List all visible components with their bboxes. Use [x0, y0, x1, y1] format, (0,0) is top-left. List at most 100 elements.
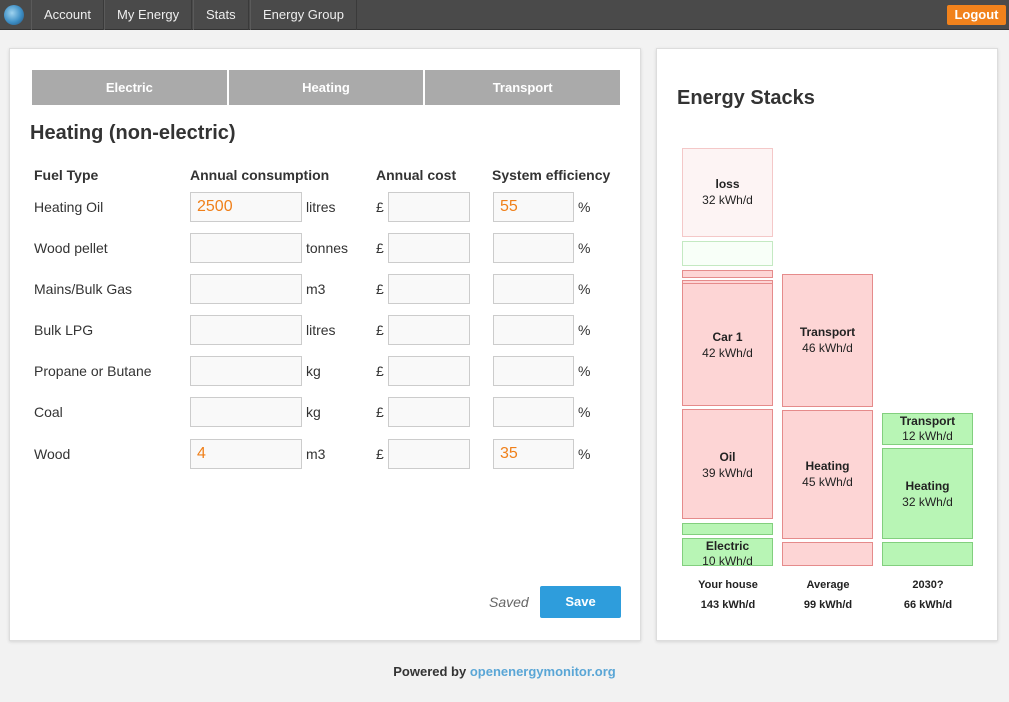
unit-label: tonnes: [306, 240, 349, 256]
stack-block-average-electric: [782, 542, 873, 566]
cost-input[interactable]: [388, 315, 470, 345]
fuel-row: Mains/Bulk Gas m3 £ %: [10, 273, 642, 305]
stack-block-spacer: [682, 241, 773, 266]
logo-icon[interactable]: [4, 5, 24, 25]
header-system-efficiency: System efficiency: [492, 167, 611, 183]
unit-label: m3: [306, 281, 326, 297]
fuel-row: Heating Oil 2500 litres £ 55 %: [10, 191, 642, 223]
tab-heating[interactable]: Heating: [228, 70, 426, 105]
cost-input[interactable]: [388, 439, 470, 469]
tab-electric[interactable]: Electric: [32, 70, 229, 105]
currency-label: £: [376, 404, 384, 420]
block-value: 32 kWh/d: [702, 193, 753, 207]
percent-label: %: [578, 363, 591, 379]
block-name: Transport: [799, 325, 856, 339]
nav-my-energy[interactable]: My Energy: [104, 0, 193, 30]
percent-label: %: [578, 446, 591, 462]
tab-bar: Electric Heating Transport: [32, 70, 621, 105]
heating-panel: Electric Heating Transport Heating (non-…: [9, 48, 641, 641]
logout-button[interactable]: Logout: [947, 5, 1006, 25]
unit-label: kg: [306, 363, 321, 379]
fuel-row: Propane or Butane kg £ %: [10, 355, 642, 387]
efficiency-input[interactable]: [493, 397, 574, 427]
fuel-row: Wood pellet tonnes £ %: [10, 232, 642, 264]
fuel-label: Bulk LPG: [34, 322, 94, 338]
currency-label: £: [376, 281, 384, 297]
stack-block-2030-transport: Transport 12 kWh/d: [882, 413, 973, 445]
footer-link[interactable]: openenergymonitor.org: [470, 664, 616, 679]
page-title: Heating (non-electric): [30, 122, 236, 144]
currency-label: £: [376, 446, 384, 462]
nav-stats[interactable]: Stats: [193, 0, 249, 30]
fuel-label: Propane or Butane: [34, 363, 152, 379]
saved-status: Saved: [489, 594, 529, 610]
efficiency-input[interactable]: [493, 356, 574, 386]
currency-label: £: [376, 363, 384, 379]
fuel-row: Bulk LPG litres £ %: [10, 314, 642, 346]
tab-transport[interactable]: Transport: [425, 70, 621, 105]
cost-input[interactable]: [388, 274, 470, 304]
block-value: 12 kWh/d: [902, 429, 953, 443]
fuel-label: Mains/Bulk Gas: [34, 281, 133, 297]
stack-block-average-heating: Heating 45 kWh/d: [782, 410, 873, 539]
efficiency-input[interactable]: 35: [493, 439, 574, 469]
block-name: Transport: [899, 414, 956, 428]
stack-block-thin: [682, 523, 773, 535]
stack-block-average-transport: Transport 46 kWh/d: [782, 274, 873, 407]
cost-input[interactable]: [388, 233, 470, 263]
block-name: Car 1: [712, 330, 743, 344]
cost-input[interactable]: [388, 397, 470, 427]
currency-label: £: [376, 240, 384, 256]
header-annual-consumption: Annual consumption: [190, 167, 330, 183]
block-value: 42 kWh/d: [702, 346, 753, 360]
stack-block-loss: loss 32 kWh/d: [682, 148, 773, 237]
header-fuel-type: Fuel Type: [34, 167, 99, 183]
percent-label: %: [578, 199, 591, 215]
column-total-your-house: 143 kWh/d: [700, 599, 756, 611]
cost-input[interactable]: [388, 192, 470, 222]
save-button[interactable]: Save: [540, 586, 621, 618]
currency-label: £: [376, 199, 384, 215]
block-name: Electric: [705, 539, 750, 553]
consumption-input[interactable]: [190, 397, 302, 427]
stack-block-oil: Oil 39 kWh/d: [682, 409, 773, 519]
column-label-your-house: Your house: [698, 579, 758, 591]
currency-label: £: [376, 322, 384, 338]
cost-input[interactable]: [388, 356, 470, 386]
block-value: 45 kWh/d: [802, 475, 853, 489]
percent-label: %: [578, 281, 591, 297]
consumption-input[interactable]: [190, 233, 302, 263]
unit-label: litres: [306, 322, 336, 338]
percent-label: %: [578, 404, 591, 420]
block-name: Heating: [805, 459, 850, 473]
consumption-input[interactable]: 2500: [190, 192, 302, 222]
stack-block-car1: Car 1 42 kWh/d: [682, 283, 773, 406]
block-name: loss: [715, 177, 740, 191]
efficiency-input[interactable]: [493, 274, 574, 304]
nav-energy-group[interactable]: Energy Group: [250, 0, 357, 30]
efficiency-input[interactable]: 55: [493, 192, 574, 222]
efficiency-input[interactable]: [493, 315, 574, 345]
consumption-input[interactable]: [190, 315, 302, 345]
fuel-label: Wood: [34, 446, 71, 462]
column-total-2030: 66 kWh/d: [903, 599, 953, 611]
stack-block-2030-heating: Heating 32 kWh/d: [882, 448, 973, 539]
unit-label: litres: [306, 199, 336, 215]
fuel-label: Coal: [34, 404, 63, 420]
nav-account[interactable]: Account: [31, 0, 104, 30]
percent-label: %: [578, 240, 591, 256]
stacks-title: Energy Stacks: [677, 87, 815, 109]
percent-label: %: [578, 322, 591, 338]
block-value: 46 kWh/d: [802, 341, 853, 355]
consumption-input[interactable]: 4: [190, 439, 302, 469]
block-value: 39 kWh/d: [702, 466, 753, 480]
consumption-input[interactable]: [190, 274, 302, 304]
block-value: 32 kWh/d: [902, 495, 953, 509]
unit-label: m3: [306, 446, 326, 462]
fuel-label: Wood pellet: [34, 240, 108, 256]
column-label-average: Average: [806, 579, 850, 591]
block-value: 10 kWh/d: [702, 554, 753, 568]
fuel-label: Heating Oil: [34, 199, 104, 215]
consumption-input[interactable]: [190, 356, 302, 386]
efficiency-input[interactable]: [493, 233, 574, 263]
